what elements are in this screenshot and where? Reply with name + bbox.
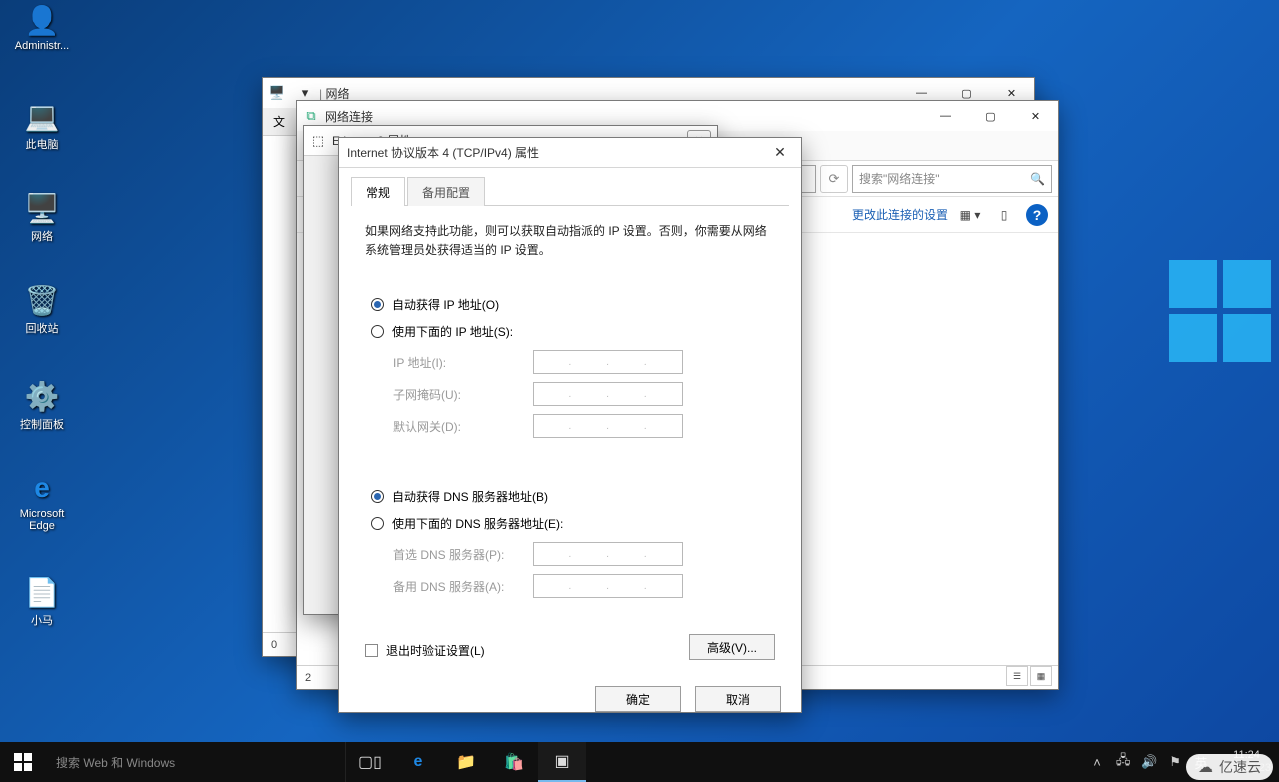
label-ip-address: IP 地址(I):: [393, 354, 533, 371]
checkbox-label: 退出时验证设置(L): [386, 642, 485, 659]
adapter-icon: ⬚: [310, 133, 326, 149]
app-icon: 📄: [22, 574, 62, 610]
tab-alternate[interactable]: 备用配置: [407, 177, 485, 206]
taskbar-edge[interactable]: e: [394, 742, 442, 782]
help-button[interactable]: ?: [1026, 204, 1048, 226]
tab-general[interactable]: 常规: [351, 177, 405, 206]
ip-settings-group: 自动获得 IP 地址(O) 使用下面的 IP 地址(S): IP 地址(I):.…: [365, 282, 775, 456]
tray-volume-icon[interactable]: 🔊: [1136, 742, 1162, 782]
tray-network-icon[interactable]: 🖧: [1110, 742, 1136, 782]
checkbox-validate-on-exit[interactable]: 退出时验证设置(L): [365, 642, 485, 659]
radio-manual-dns[interactable]: 使用下面的 DNS 服务器地址(E):: [371, 515, 769, 532]
dropdown-icon[interactable]: ▾: [297, 85, 313, 101]
network-icon: 🖥️: [22, 190, 62, 226]
watermark: ☁ 亿速云: [1186, 754, 1273, 780]
taskbar-explorer[interactable]: 📁: [442, 742, 490, 782]
desktop-icon-xiaoma[interactable]: 📄 小马: [6, 574, 78, 628]
titlebar[interactable]: Internet 协议版本 4 (TCP/IPv4) 属性 ✕: [339, 138, 801, 168]
taskbar-store[interactable]: 🛍️: [490, 742, 538, 782]
radio-label: 自动获得 IP 地址(O): [392, 296, 499, 313]
radio-manual-ip[interactable]: 使用下面的 IP 地址(S):: [371, 323, 769, 340]
radio-label: 使用下面的 DNS 服务器地址(E):: [392, 515, 563, 532]
search-icon: 🔍: [1030, 172, 1045, 186]
view-options-button[interactable]: ▦ ▾: [958, 203, 982, 227]
checkbox-icon: [365, 644, 378, 657]
tab-content: 如果网络支持此功能，则可以获取自动指派的 IP 设置。否则，你需要从网络系统管理…: [339, 206, 801, 674]
preview-pane-button[interactable]: ▯: [992, 203, 1016, 227]
network-connections-icon: ⧉: [303, 108, 319, 124]
radio-auto-dns[interactable]: 自动获得 DNS 服务器地址(B): [371, 488, 769, 505]
window-title: 网络连接: [325, 108, 923, 125]
desktop-icon-label: Administr...: [6, 40, 78, 52]
network-icon: 🖥️: [269, 85, 285, 101]
windows-icon: [14, 753, 32, 771]
radio-label: 使用下面的 IP 地址(S):: [392, 323, 513, 340]
advanced-button[interactable]: 高级(V)...: [689, 634, 775, 660]
minimize-button[interactable]: —: [923, 101, 968, 131]
start-button[interactable]: [0, 742, 46, 782]
radio-icon: [371, 298, 384, 311]
input-subnet-mask: ...: [533, 382, 683, 406]
edge-icon: e: [22, 470, 62, 506]
maximize-button[interactable]: ▢: [968, 101, 1013, 131]
desktop-icon-network[interactable]: 🖥️ 网络: [6, 190, 78, 244]
desktop-icon-label: 控制面板: [6, 416, 78, 432]
change-connection-settings-link[interactable]: 更改此连接的设置: [852, 206, 948, 223]
cancel-button[interactable]: 取消: [695, 686, 781, 712]
search-placeholder: 搜索 Web 和 Windows: [56, 754, 175, 771]
label-subnet-mask: 子网掩码(U):: [393, 386, 533, 403]
ok-button[interactable]: 确定: [595, 686, 681, 712]
desktop-icon-label: 小马: [6, 612, 78, 628]
cloud-icon: ☁: [1198, 758, 1213, 776]
dialog-title: Internet 协议版本 4 (TCP/IPv4) 属性: [339, 144, 759, 161]
user-folder-icon: 👤: [22, 2, 62, 38]
tab-bar: 常规 备用配置: [351, 176, 789, 206]
view-details-button[interactable]: ☰: [1006, 666, 1028, 686]
desktop-icon-edge[interactable]: eMicrosoft Edge: [6, 470, 78, 532]
dialog-footer: 确定 取消: [339, 674, 801, 726]
radio-icon: [371, 325, 384, 338]
dns-settings-group: 自动获得 DNS 服务器地址(B) 使用下面的 DNS 服务器地址(E): 首选…: [365, 474, 775, 616]
desktop-icon-administrator[interactable]: 👤 Administr...: [6, 2, 78, 52]
search-box[interactable]: 搜索"网络连接" 🔍: [852, 165, 1052, 193]
desktop-icon-label: Microsoft Edge: [6, 508, 78, 532]
input-ip-address: ...: [533, 350, 683, 374]
desktop-icon-control-panel[interactable]: ⚙️ 控制面板: [6, 378, 78, 432]
desktop-icon-label: 回收站: [6, 320, 78, 336]
label-dns-secondary: 备用 DNS 服务器(A):: [393, 578, 533, 595]
window-title: 网络: [325, 87, 349, 101]
input-dns-secondary: ...: [533, 574, 683, 598]
task-view-button[interactable]: ▢▯: [346, 742, 394, 782]
radio-label: 自动获得 DNS 服务器地址(B): [392, 488, 548, 505]
radio-icon: [371, 490, 384, 503]
input-gateway: ...: [533, 414, 683, 438]
taskbar-active-window[interactable]: ▣: [538, 742, 586, 782]
taskbar: 搜索 Web 和 Windows ▢▯ e 📁 🛍️ ▣ ˄ 🖧 🔊 ⚑ 英 1…: [0, 742, 1279, 782]
search-placeholder: 搜索"网络连接": [859, 170, 940, 187]
desktop-icon-label: 此电脑: [6, 136, 78, 152]
radio-icon: [371, 517, 384, 530]
label-gateway: 默认网关(D):: [393, 418, 533, 435]
desktop-icon-recycle-bin[interactable]: 🗑️ 回收站: [6, 282, 78, 336]
tray-flag-icon[interactable]: ⚑: [1162, 742, 1188, 782]
label-dns-primary: 首选 DNS 服务器(P):: [393, 546, 533, 563]
desktop-icon-label: 网络: [6, 228, 78, 244]
tray-overflow-button[interactable]: ˄: [1084, 742, 1110, 782]
close-button[interactable]: ✕: [1013, 101, 1058, 131]
radio-auto-ip[interactable]: 自动获得 IP 地址(O): [371, 296, 769, 313]
recycle-bin-icon: 🗑️: [22, 282, 62, 318]
view-icons-button[interactable]: ▦: [1030, 666, 1052, 686]
refresh-button[interactable]: ⟳: [820, 165, 848, 193]
close-button[interactable]: ✕: [759, 138, 801, 168]
watermark-text: 亿速云: [1219, 757, 1261, 777]
pc-icon: 💻: [22, 98, 62, 134]
desktop-icon-this-pc[interactable]: 💻 此电脑: [6, 98, 78, 152]
taskbar-search[interactable]: 搜索 Web 和 Windows: [46, 742, 346, 782]
dialog-ipv4-properties: Internet 协议版本 4 (TCP/IPv4) 属性 ✕ 常规 备用配置 …: [338, 137, 802, 713]
control-panel-icon: ⚙️: [22, 378, 62, 414]
description-text: 如果网络支持此功能，则可以获取自动指派的 IP 设置。否则，你需要从网络系统管理…: [365, 222, 775, 260]
input-dns-primary: ...: [533, 542, 683, 566]
